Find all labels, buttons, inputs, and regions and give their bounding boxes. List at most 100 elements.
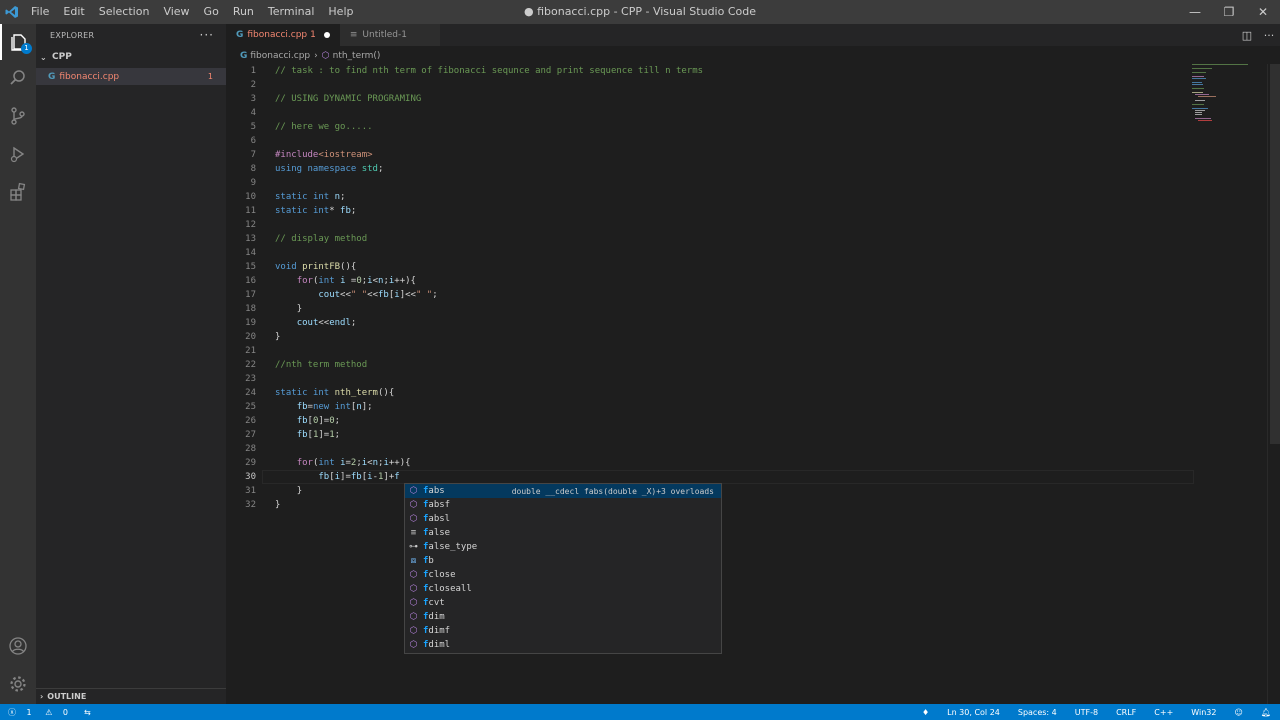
bell-icon[interactable]: 🔔︎ — [1252, 708, 1280, 717]
code-line[interactable]: 17 cout<<" "<<fb[i]<<" "; — [226, 288, 1280, 302]
workspace-folder[interactable]: ⌄ CPP — [36, 46, 226, 68]
line-number: 3 — [250, 94, 256, 104]
code-line[interactable]: 26 fb[0]=0; — [226, 414, 1280, 428]
code-line[interactable]: 7 #include<iostream> — [226, 148, 1280, 162]
language-mode[interactable]: C++ — [1145, 708, 1182, 717]
suggestion-item[interactable]: ⬡ fdim — [405, 610, 721, 624]
autocomplete-suggestions[interactable]: ⬡ fabs double __cdecl fabs(double _X)+3 ov… — [404, 483, 722, 654]
suggestion-item[interactable]: ⬡ fabsf — [405, 498, 721, 512]
code-line[interactable]: 15 void printFB(){ — [226, 260, 1280, 274]
code-line[interactable]: 18 } — [226, 302, 1280, 316]
notification-flame-icon[interactable]: ♦ — [913, 708, 938, 717]
code-line[interactable]: 1 // task : to find nth term of fibonacci… — [226, 64, 1280, 78]
vertical-scrollbar[interactable] — [1267, 64, 1280, 704]
suggestion-item[interactable]: ⬡ fdimf — [405, 624, 721, 638]
code-line[interactable]: 6 — [226, 134, 1280, 148]
editor-tabs: G fibonacci.cpp 1 ≡ Untitled-1 ◫ ··· — [226, 24, 1280, 46]
suggestion-item[interactable]: ⬡ fdiml — [405, 638, 721, 652]
code-line[interactable]: 30 fb[i]=fb[i-1]+f — [226, 470, 1280, 484]
suggestion-item[interactable]: ≡ false — [405, 526, 721, 540]
breadcrumb-symbol[interactable]: nth_term() — [333, 51, 381, 61]
suggestion-item[interactable]: ⊶ false_type — [405, 540, 721, 554]
accounts-activity-button[interactable] — [0, 628, 36, 664]
unsaved-dot-icon[interactable] — [323, 32, 330, 38]
outline-section[interactable]: › OUTLINE — [36, 688, 226, 704]
code-line[interactable]: 11 static int* fb; — [226, 204, 1280, 218]
search-activity-button[interactable] — [0, 60, 36, 96]
feedback-icon[interactable]: ☺ — [1226, 708, 1252, 717]
manage-activity-button[interactable] — [0, 666, 36, 702]
account-icon — [9, 637, 27, 655]
file-name: fibonacci.cpp — [59, 71, 120, 82]
menu-terminal[interactable]: Terminal — [261, 0, 322, 24]
menu-selection[interactable]: Selection — [92, 0, 157, 24]
code-line[interactable]: 23 — [226, 372, 1280, 386]
code-line[interactable]: 22 //nth term method — [226, 358, 1280, 372]
menu-run[interactable]: Run — [226, 0, 261, 24]
code-line[interactable]: 16 for(int i =0;i<n;i++){ — [226, 274, 1280, 288]
suggestion-item[interactable]: ⬡ fabsl — [405, 512, 721, 526]
end-of-line[interactable]: CRLF — [1107, 708, 1145, 717]
menu-help[interactable]: Help — [321, 0, 360, 24]
menu-file[interactable]: File — [24, 0, 56, 24]
method-icon: ⬡ — [409, 584, 418, 594]
code-line[interactable]: 10 static int n; — [226, 190, 1280, 204]
menu-edit[interactable]: Edit — [56, 0, 91, 24]
breadcrumb-file[interactable]: fibonacci.cpp — [250, 51, 310, 61]
method-icon: ⬡ — [409, 626, 418, 636]
code-line[interactable]: 27 fb[1]=1; — [226, 428, 1280, 442]
encoding[interactable]: UTF-8 — [1066, 708, 1107, 717]
suggestion-item[interactable]: ⬡ fabs double __cdecl fabs(double _X)+3 ov… — [405, 484, 721, 498]
tab-label: Untitled-1 — [362, 30, 407, 40]
suggestion-label: fdimf — [423, 626, 451, 636]
restore-button[interactable]: ❐ — [1212, 0, 1246, 24]
minimize-button[interactable]: — — [1178, 0, 1212, 24]
more-actions-icon[interactable]: ··· — [1258, 29, 1280, 42]
code-line[interactable]: 32} — [226, 498, 1280, 512]
code-line[interactable]: 14 — [226, 246, 1280, 260]
code-line[interactable]: 8 using namespace std; — [226, 162, 1280, 176]
run-debug-activity-button[interactable] — [0, 136, 36, 172]
line-number: 2 — [250, 80, 256, 90]
code-line[interactable]: 12 — [226, 218, 1280, 232]
code-line[interactable]: 13 // display method — [226, 232, 1280, 246]
suggestion-item[interactable]: ⧈ fb — [405, 554, 721, 568]
tab-fibonacci[interactable]: G fibonacci.cpp 1 — [226, 24, 340, 46]
menu-view[interactable]: View — [156, 0, 196, 24]
more-actions-icon[interactable]: ··· — [200, 28, 214, 42]
code-line[interactable]: 31 } — [226, 484, 1280, 498]
code-line[interactable]: 4 — [226, 106, 1280, 120]
method-icon: ⬡ — [409, 640, 418, 650]
minimap[interactable] — [1192, 64, 1268, 124]
source-control-activity-button[interactable] — [0, 98, 36, 134]
code-line[interactable]: 3 // USING DYNAMIC PROGRAMING — [226, 92, 1280, 106]
code-line[interactable]: 21 — [226, 344, 1280, 358]
code-line[interactable]: 28 — [226, 442, 1280, 456]
code-line[interactable]: 29 for(int i=2;i<n;i++){ — [226, 456, 1280, 470]
live-share-icon[interactable]: ⇆ — [84, 708, 91, 717]
explorer-activity-button[interactable]: 1 — [0, 24, 36, 60]
close-window-button[interactable]: ✕ — [1246, 0, 1280, 24]
code-line[interactable]: 24 static int nth_term(){ — [226, 386, 1280, 400]
scrollbar-thumb[interactable] — [1270, 64, 1280, 444]
code-line[interactable]: 20} — [226, 330, 1280, 344]
code-line[interactable]: 5 // here we go..... — [226, 120, 1280, 134]
code-line[interactable]: 9 — [226, 176, 1280, 190]
tab-untitled[interactable]: ≡ Untitled-1 — [339, 24, 440, 46]
split-editor-icon[interactable]: ◫ — [1236, 29, 1258, 42]
extensions-activity-button[interactable] — [0, 174, 36, 210]
line-text: static int n; — [275, 192, 346, 202]
suggestion-item[interactable]: ⬡ fcloseall — [405, 582, 721, 596]
indentation[interactable]: Spaces: 4 — [1009, 708, 1066, 717]
line-number: 30 — [245, 472, 256, 482]
code-line[interactable]: 2 — [226, 78, 1280, 92]
cursor-position[interactable]: Ln 30, Col 24 — [938, 708, 1009, 717]
suggestion-item[interactable]: ⬡ fcvt — [405, 596, 721, 610]
platform[interactable]: Win32 — [1182, 708, 1225, 717]
problems-status[interactable]: ⓧ 1 ⚠ 0 — [8, 707, 76, 718]
code-line[interactable]: 25 fb=new int[n]; — [226, 400, 1280, 414]
suggestion-item[interactable]: ⬡ fclose — [405, 568, 721, 582]
file-item-fibonacci[interactable]: G fibonacci.cpp 1 — [36, 68, 226, 85]
menu-go[interactable]: Go — [197, 0, 226, 24]
code-line[interactable]: 19 cout<<endl; — [226, 316, 1280, 330]
